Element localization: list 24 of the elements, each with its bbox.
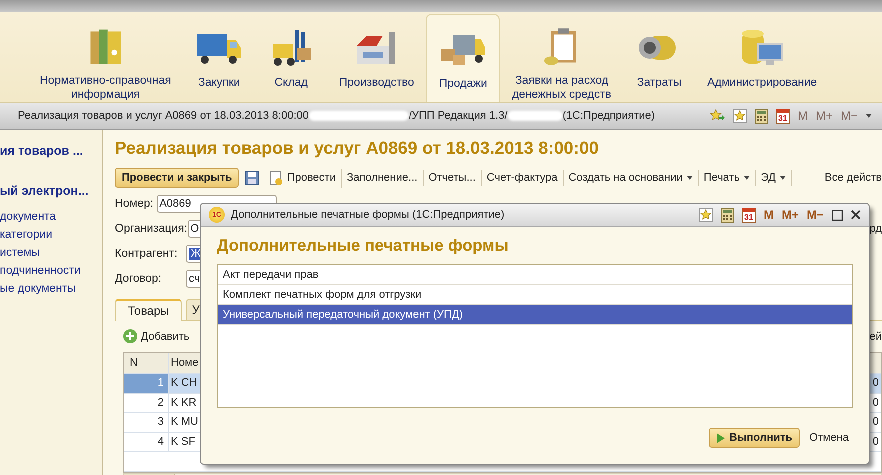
field-label: Организация: <box>115 223 188 235</box>
field-label: Контрагент: <box>115 248 179 260</box>
table-cell: K MU <box>171 416 198 428</box>
table-cell: 4 <box>124 432 169 451</box>
document-title: Реализация товаров и услуг А0869 от 18.03.2013 8:00:00 <box>115 138 600 159</box>
address-text: /УПП Редакция 1.3/ <box>408 110 508 122</box>
table-cell: 3 <box>124 413 169 432</box>
table-cell-text: 0 <box>872 416 880 428</box>
table-cell-text: 0 <box>872 436 880 448</box>
table-cell: K CH <box>171 377 198 390</box>
dialog-heading: Дополнительные печатные формы <box>217 237 510 256</box>
toolbar-text: ей <box>870 330 882 342</box>
table-cell-text: 0 <box>872 377 880 390</box>
field-label: Договор: <box>115 273 163 285</box>
table-cell: 2 <box>124 394 169 412</box>
address-text: Реализация товаров и услуг А0869 от 18.03.2013 8:00:00 <box>18 110 309 122</box>
dialog-title: Дополнительные печатные формы (1С:Предприятие) <box>231 209 505 221</box>
address-text: (1С:Предприятие) <box>562 110 656 122</box>
table-cell: 1 <box>124 374 169 392</box>
table-cell: K SF <box>171 436 196 448</box>
field-label: Номер: <box>115 198 154 210</box>
table-cell-text: 0 <box>872 396 880 409</box>
field-label: рд <box>870 223 882 235</box>
table-cell: K KR <box>171 396 197 409</box>
